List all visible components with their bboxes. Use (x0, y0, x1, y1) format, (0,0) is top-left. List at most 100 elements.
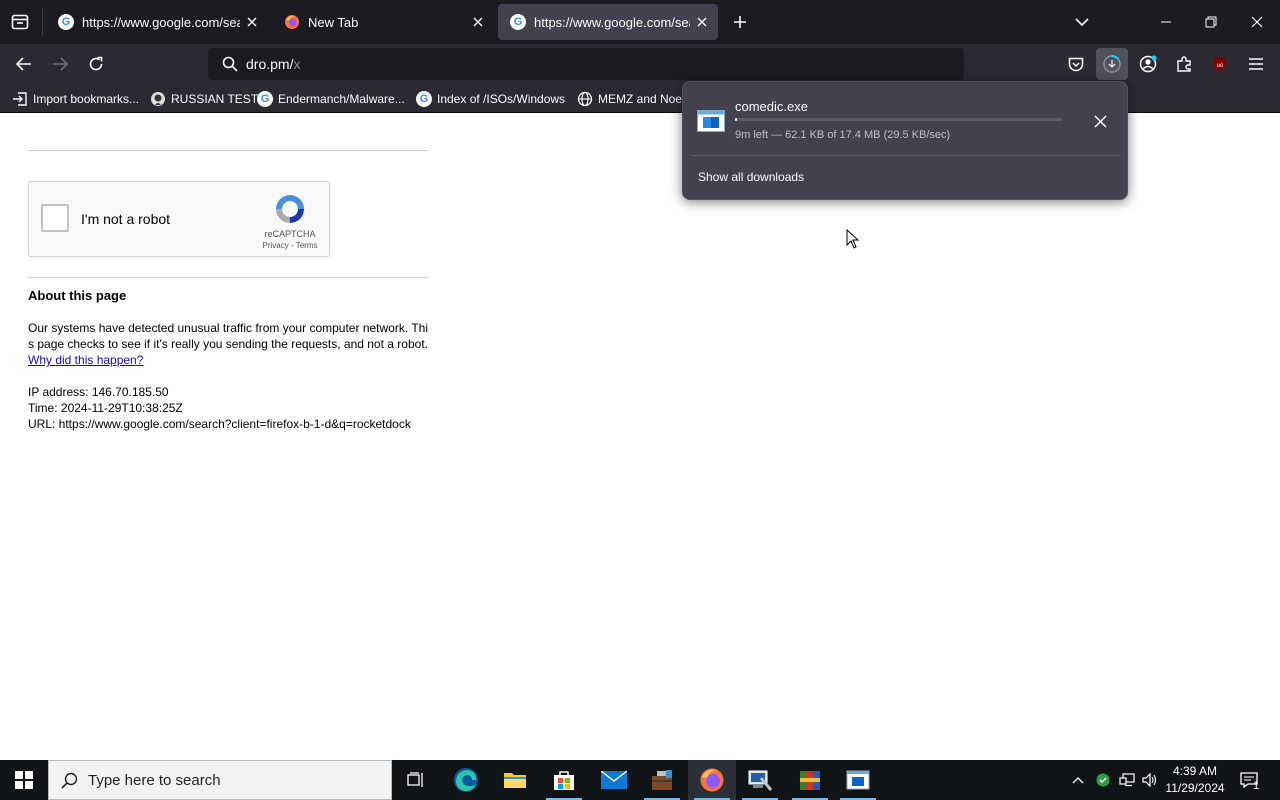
firefox-view-icon (11, 14, 29, 30)
close-icon (1093, 114, 1107, 128)
forward-button[interactable] (44, 48, 76, 80)
recaptcha-logo-icon (276, 195, 304, 223)
bookmark-label: Import bookmarks... (33, 92, 140, 106)
mouse-cursor-icon (846, 229, 860, 249)
taskbar-file-explorer[interactable] (491, 760, 539, 800)
bookmark-memz[interactable]: MEMZ and Noes (577, 89, 682, 109)
store-icon (554, 771, 574, 790)
download-progress-fill (735, 118, 737, 121)
address-bar[interactable]: dro.pm/x (208, 48, 964, 80)
computer-tool-icon (748, 770, 773, 791)
menu-button[interactable] (1240, 48, 1272, 80)
close-icon (247, 17, 257, 27)
ip-address-line: IP address: 146.70.185.50 (28, 385, 169, 399)
download-progress-icon (1103, 55, 1121, 73)
mail-icon (601, 771, 627, 789)
folder-icon (504, 773, 526, 788)
google-icon: G (510, 14, 526, 30)
firefox-view-button[interactable] (4, 6, 36, 38)
archive-books-icon (800, 771, 820, 790)
toolbox-icon (652, 770, 672, 790)
tab-title: https://www.google.com/search?client=fir… (82, 14, 240, 30)
close-tab-button[interactable] (240, 10, 264, 34)
taskbar-firefox[interactable] (688, 760, 736, 800)
account-button[interactable] (1132, 48, 1164, 80)
account-icon (1139, 55, 1157, 73)
google-icon: G (58, 14, 74, 30)
taskbar-app-4[interactable] (834, 760, 882, 800)
firefox-icon (284, 14, 300, 30)
tab-google-search-active[interactable]: G https://www.google.com/search?client=f… (498, 4, 718, 40)
taskbar-app-1[interactable] (638, 760, 686, 800)
navigation-toolbar: dro.pm/x uo (0, 44, 1280, 84)
recaptcha-label: I'm not a robot (81, 211, 171, 227)
search-icon (61, 772, 78, 789)
tab-strip: G https://www.google.com/search?client=f… (0, 0, 1280, 44)
taskbar-mail[interactable] (590, 760, 638, 800)
taskbar-search-placeholder: Type here to search (88, 771, 221, 789)
bookmark-endermanch[interactable]: G Endermanch/Malware... (257, 89, 405, 109)
ublock-button[interactable]: uo (1204, 48, 1236, 80)
bookmark-label: Index of /ISOs/Windows (437, 92, 566, 106)
taskbar-search-box[interactable]: Type here to search (48, 760, 392, 800)
show-all-downloads-button[interactable]: Show all downloads (698, 170, 804, 184)
google-icon: G (416, 91, 432, 107)
notification-center-button[interactable]: 1 (1234, 760, 1264, 800)
task-view-button[interactable] (392, 760, 440, 800)
pocket-icon (1068, 57, 1084, 71)
divider (28, 277, 428, 278)
new-tab-button[interactable] (724, 6, 756, 38)
url-line: URL: https://www.google.com/search?clien… (28, 417, 411, 431)
start-button[interactable] (0, 760, 48, 800)
edge-icon (454, 768, 478, 792)
downloads-button[interactable] (1096, 48, 1128, 80)
installer-window-icon (846, 770, 870, 790)
tab-new-tab[interactable]: New Tab (272, 4, 494, 40)
bookmark-label: Endermanch/Malware... (278, 92, 405, 106)
restore-icon (1205, 16, 1217, 28)
clock-time: 4:39 AM (1172, 764, 1218, 778)
taskbar-clock[interactable]: 4:39 AM 11/29/2024 (1160, 763, 1230, 797)
cancel-download-button[interactable] (1087, 108, 1113, 134)
recaptcha-brand: reCAPTCHA (264, 229, 316, 239)
time-line: Time: 2024-11-29T10:38:25Z (28, 401, 183, 415)
panel-separator (691, 155, 1121, 156)
tray-app-icon[interactable] (1092, 760, 1114, 800)
recaptcha-widget: I'm not a robot reCAPTCHA Privacy - Term… (28, 181, 330, 257)
taskbar-app-3[interactable] (786, 760, 834, 800)
extensions-button[interactable] (1168, 48, 1200, 80)
bookmark-index-isos[interactable]: G Index of /ISOs/Windows (416, 89, 565, 109)
url-typed: dro.pm/ (246, 56, 294, 72)
task-view-icon (407, 772, 423, 787)
close-tab-button[interactable] (466, 10, 490, 34)
download-file-name[interactable]: comedic.exe (735, 99, 808, 114)
recaptcha-checkbox[interactable] (41, 204, 69, 232)
speaker-icon (1142, 773, 1157, 787)
reload-button[interactable] (80, 48, 112, 80)
bookmark-import[interactable]: Import bookmarks... (12, 89, 139, 109)
firefox-icon (700, 768, 724, 792)
close-tab-button[interactable] (690, 10, 714, 34)
why-link[interactable]: Why did this happen? (28, 353, 143, 367)
recaptcha-privacy-terms[interactable]: Privacy - Terms (253, 241, 327, 250)
web-page-content: I'm not a robot reCAPTCHA Privacy - Term… (0, 113, 1280, 760)
taskbar-edge[interactable] (442, 760, 490, 800)
taskbar-store[interactable] (540, 760, 588, 800)
network-tray-button[interactable] (1116, 760, 1138, 800)
github-icon (151, 92, 165, 106)
volume-tray-button[interactable] (1140, 760, 1160, 800)
exe-file-icon (697, 110, 725, 132)
download-status: 9m left — 62.1 KB of 17.4 MB (29.5 KB/se… (735, 129, 951, 141)
close-window-button[interactable] (1241, 6, 1273, 38)
minimize-button[interactable] (1150, 6, 1182, 38)
list-all-tabs-button[interactable] (1066, 6, 1098, 38)
show-hidden-icons-button[interactable] (1068, 760, 1088, 800)
tab-google-search-1[interactable]: G https://www.google.com/search?client=f… (46, 4, 268, 40)
taskbar-app-2[interactable] (736, 760, 784, 800)
search-icon (222, 56, 238, 72)
restore-button[interactable] (1195, 6, 1227, 38)
close-icon (1251, 16, 1263, 28)
bookmark-russian-test[interactable]: RUSSIAN TEST (150, 89, 258, 109)
pocket-button[interactable] (1060, 48, 1092, 80)
back-button[interactable] (8, 48, 40, 80)
